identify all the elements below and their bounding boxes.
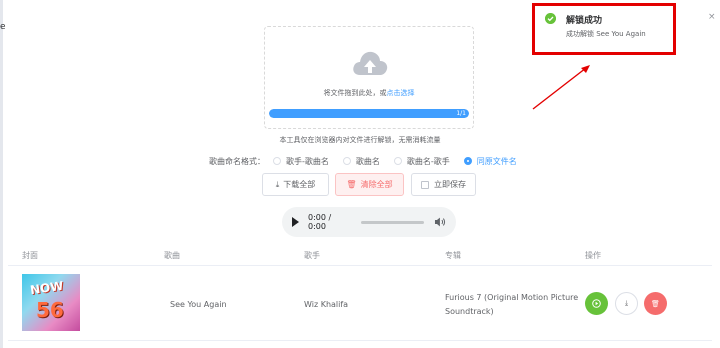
- naming-format-group: 歌曲命名格式： 歌手-歌曲名 歌曲名 歌曲名-歌手 同原文件名: [209, 155, 531, 167]
- download-icon: ⤓: [624, 299, 629, 307]
- play-icon[interactable]: [292, 217, 299, 227]
- tool-tip-text: 本工具仅在浏览器内对文件进行解锁，无需消耗流量: [279, 136, 441, 144]
- delete-icon: 🗑: [346, 180, 357, 189]
- success-notification: 解锁成功 成功解锁 See You Again: [532, 3, 676, 55]
- radio-circle[interactable]: [463, 157, 472, 165]
- radio-song[interactable]: 歌曲名: [342, 156, 380, 167]
- download-all-label: 下载全部: [283, 180, 316, 189]
- check-circle-icon: [545, 13, 556, 24]
- header-cover: 封面: [22, 251, 38, 260]
- play-icon: [592, 299, 601, 308]
- audio-player: 0:00 / 0:00: [282, 207, 456, 237]
- album-cover: NOW 56: [22, 274, 80, 331]
- sidebar-edge: [0, 0, 3, 348]
- download-icon: ⤓: [275, 179, 280, 189]
- delete-button[interactable]: 🗑: [644, 292, 667, 315]
- radio-circle[interactable]: [393, 157, 402, 165]
- radio-song-artist[interactable]: 歌曲名-歌手: [393, 156, 450, 167]
- notification-title: 解锁成功: [566, 16, 603, 26]
- seek-bar[interactable]: [361, 220, 425, 224]
- close-icon[interactable]: ×: [708, 12, 716, 22]
- upload-hint: 将文件拖到此处，或点击选择: [323, 89, 415, 97]
- delete-icon: 🗑: [651, 299, 660, 308]
- cover-text: NOW: [29, 278, 65, 298]
- cover-number: 56: [36, 298, 64, 322]
- header-actions: 操作: [585, 251, 601, 260]
- album-name: Furious 7 (Original Motion Picture Sound…: [445, 293, 579, 316]
- header-artist: 歌手: [304, 251, 320, 260]
- left-edge-text: e: [0, 22, 6, 32]
- radio-original-name[interactable]: 同原文件名: [463, 156, 517, 167]
- download-all-button[interactable]: ⤓ 下载全部: [262, 173, 329, 196]
- clear-all-button[interactable]: 🗑 清除全部: [335, 173, 404, 196]
- table-row: NOW 56 See You Again Wiz Khalifa Furious…: [8, 267, 712, 340]
- radio-circle[interactable]: [342, 157, 351, 165]
- cloud-upload-icon: [353, 51, 388, 75]
- select-file-link[interactable]: 点击选择: [387, 89, 415, 97]
- clear-all-label: 清除全部: [360, 180, 393, 189]
- progress-text: 1/1: [456, 110, 466, 117]
- save-now-checkbox[interactable]: 立即保存: [411, 173, 476, 196]
- save-now-label: 立即保存: [434, 180, 466, 189]
- volume-icon[interactable]: [434, 217, 446, 227]
- artist-name: Wiz Khalifa: [304, 300, 349, 309]
- upload-progress-bar: 1/1: [269, 109, 469, 118]
- song-title: See You Again: [170, 300, 227, 309]
- checkbox-box[interactable]: [421, 180, 429, 189]
- radio-label: 同原文件名: [476, 156, 517, 166]
- upload-dropzone[interactable]: 将文件拖到此处，或点击选择 1/1: [264, 26, 474, 129]
- progress-fill: 1/1: [269, 109, 469, 118]
- radio-artist-song[interactable]: 歌手-歌曲名: [273, 156, 329, 167]
- player-time: 0:00 / 0:00: [308, 213, 332, 231]
- radio-label: 歌曲名: [355, 156, 380, 166]
- radio-circle[interactable]: [273, 157, 281, 165]
- naming-format-label: 歌曲命名格式：: [209, 156, 265, 166]
- table-header: 封面 歌曲 歌手 专辑 操作: [8, 243, 712, 266]
- table-bottom-divider: [8, 340, 712, 341]
- download-button[interactable]: ⤓: [615, 292, 638, 315]
- radio-label: 歌曲名-歌手: [406, 156, 450, 166]
- annotation-arrow: [532, 65, 590, 110]
- header-album: 专辑: [445, 251, 461, 260]
- play-button[interactable]: [585, 292, 608, 315]
- radio-label: 歌手-歌曲名: [286, 156, 329, 166]
- header-song: 歌曲: [164, 251, 180, 260]
- notification-message: 成功解锁 See You Again: [566, 30, 646, 38]
